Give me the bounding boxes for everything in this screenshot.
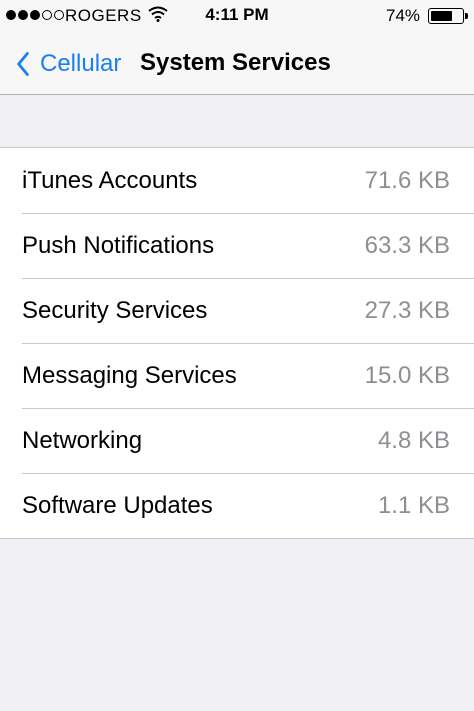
list-item[interactable]: Messaging Services 15.0 KB (0, 343, 474, 408)
data-usage: 1.1 KB (377, 492, 450, 519)
row-separator (22, 408, 474, 409)
back-button[interactable]: Cellular (10, 46, 121, 82)
row-separator (22, 473, 474, 474)
service-name: Networking (22, 427, 143, 454)
navigation-bar: Cellular System Services (0, 32, 474, 95)
list-item[interactable]: iTunes Accounts 71.6 KB (0, 148, 474, 213)
data-usage: 15.0 KB (364, 362, 450, 389)
status-bar: ROGERS 4:11 PM 74% (0, 0, 474, 32)
service-name: Software Updates (22, 492, 213, 519)
service-name: Push Notifications (22, 232, 215, 259)
list-item[interactable]: Networking 4.8 KB (0, 408, 474, 473)
battery-percentage: 74% (386, 6, 421, 25)
service-name: Security Services (22, 297, 208, 324)
battery-fill (431, 11, 453, 21)
data-usage: 71.6 KB (364, 167, 450, 194)
service-name: Messaging Services (22, 362, 237, 389)
data-usage: 63.3 KB (364, 232, 450, 259)
battery-icon (428, 8, 464, 24)
service-name: iTunes Accounts (22, 167, 198, 194)
row-separator (22, 343, 474, 344)
list-item[interactable]: Security Services 27.3 KB (0, 278, 474, 343)
row-separator (22, 213, 474, 214)
services-list: iTunes Accounts 71.6 KB Push Notificatio… (0, 147, 474, 539)
battery-cap (465, 13, 468, 19)
back-button-label: Cellular (40, 50, 122, 77)
data-usage: 4.8 KB (377, 427, 450, 454)
row-separator (22, 278, 474, 279)
list-item[interactable]: Software Updates 1.1 KB (0, 473, 474, 538)
chevron-left-icon (17, 52, 29, 76)
page-title: System Services (140, 49, 331, 76)
data-usage: 27.3 KB (364, 297, 450, 324)
list-item[interactable]: Push Notifications 63.3 KB (0, 213, 474, 278)
